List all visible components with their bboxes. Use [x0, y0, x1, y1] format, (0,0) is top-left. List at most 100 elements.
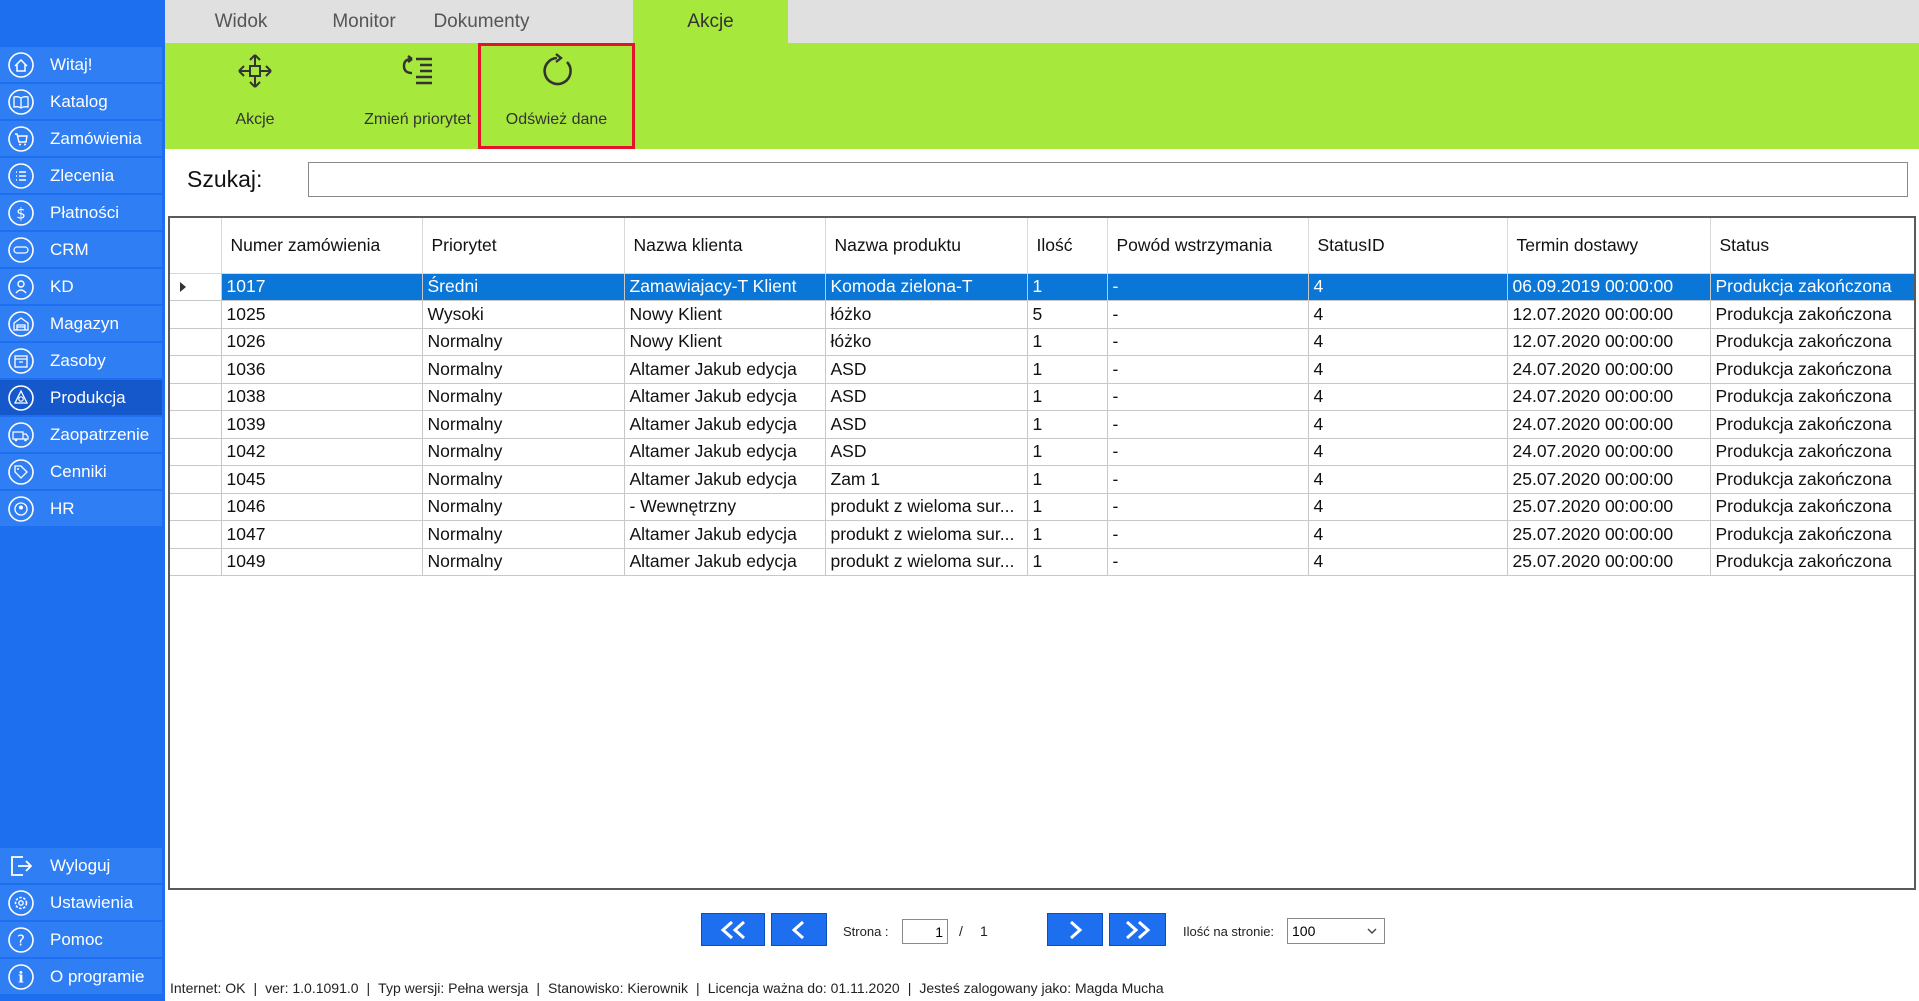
table-cell[interactable]: 12.07.2020 00:00:00: [1507, 300, 1711, 329]
table-cell[interactable]: 06.09.2019 00:00:00: [1507, 273, 1711, 301]
table-cell[interactable]: 1025: [221, 300, 423, 329]
table-row[interactable]: 1017 Średni Zamawiajacy-T Klient Komoda zie…: [170, 273, 1914, 301]
sidebar-item-zamowienia[interactable]: Zamówienia: [0, 121, 162, 156]
sidebar-item-cenniki[interactable]: Cenniki: [0, 454, 162, 489]
sidebar-item-produkcja[interactable]: Produkcja: [0, 380, 162, 415]
row-header[interactable]: [170, 465, 222, 494]
table-cell[interactable]: Wysoki: [422, 300, 625, 329]
column-header[interactable]: Status: [1710, 218, 1914, 274]
table-cell[interactable]: 4: [1308, 548, 1508, 576]
table-cell[interactable]: Normalny: [422, 328, 625, 356]
table-cell[interactable]: 25.07.2020 00:00:00: [1507, 493, 1711, 521]
table-cell[interactable]: 1: [1027, 493, 1108, 521]
table-cell[interactable]: Produkcja zakończona: [1710, 493, 1914, 521]
row-header[interactable]: [170, 410, 222, 439]
table-cell[interactable]: Normalny: [422, 465, 625, 494]
table-cell[interactable]: -: [1107, 548, 1309, 576]
sidebar-item-ustawienia[interactable]: Ustawienia: [0, 885, 162, 920]
table-cell[interactable]: Nowy Klient: [624, 300, 826, 329]
sidebar-item-kd[interactable]: KD: [0, 269, 162, 304]
last-page-button[interactable]: [1109, 913, 1166, 946]
table-cell[interactable]: ASD: [825, 355, 1028, 384]
table-cell[interactable]: 25.07.2020 00:00:00: [1507, 465, 1711, 494]
sidebar-item-zasoby[interactable]: Zasoby: [0, 343, 162, 378]
column-header[interactable]: Priorytet: [422, 218, 625, 274]
column-header[interactable]: Nazwa produktu: [825, 218, 1028, 274]
per-page-select[interactable]: 100: [1287, 918, 1385, 944]
table-cell[interactable]: 4: [1308, 355, 1508, 384]
table-cell[interactable]: produkt z wieloma sur...: [825, 548, 1028, 576]
table-cell[interactable]: Produkcja zakończona: [1710, 465, 1914, 494]
table-cell[interactable]: Normalny: [422, 438, 625, 466]
table-cell[interactable]: 4: [1308, 273, 1508, 301]
table-cell[interactable]: Altamer Jakub edycja: [624, 548, 826, 576]
table-cell[interactable]: 4: [1308, 520, 1508, 549]
table-cell[interactable]: Zam 1: [825, 465, 1028, 494]
table-cell[interactable]: 1: [1027, 273, 1108, 301]
row-header[interactable]: [170, 328, 222, 356]
row-header[interactable]: [170, 438, 222, 466]
table-cell[interactable]: produkt z wieloma sur...: [825, 493, 1028, 521]
sidebar-item-hr[interactable]: HR: [0, 491, 162, 526]
actions-button[interactable]: Akcje: [199, 43, 311, 149]
table-cell[interactable]: 1049: [221, 548, 423, 576]
table-cell[interactable]: 1036: [221, 355, 423, 384]
table-cell[interactable]: 4: [1308, 438, 1508, 466]
table-cell[interactable]: 24.07.2020 00:00:00: [1507, 410, 1711, 439]
table-cell[interactable]: Normalny: [422, 493, 625, 521]
refresh-data-button[interactable]: Odśwież dane: [478, 43, 635, 149]
table-cell[interactable]: 4: [1308, 493, 1508, 521]
table-cell[interactable]: 24.07.2020 00:00:00: [1507, 355, 1711, 384]
table-cell[interactable]: 1: [1027, 410, 1108, 439]
table-cell[interactable]: 1: [1027, 355, 1108, 384]
table-cell[interactable]: -: [1107, 410, 1309, 439]
table-cell[interactable]: 1045: [221, 465, 423, 494]
table-cell[interactable]: Produkcja zakończona: [1710, 548, 1914, 576]
table-cell[interactable]: Altamer Jakub edycja: [624, 355, 826, 384]
row-header[interactable]: [170, 493, 222, 521]
column-header[interactable]: StatusID: [1308, 218, 1508, 274]
table-cell[interactable]: Normalny: [422, 548, 625, 576]
table-cell[interactable]: 1: [1027, 465, 1108, 494]
table-cell[interactable]: 1: [1027, 383, 1108, 411]
table-cell[interactable]: ASD: [825, 438, 1028, 466]
table-cell[interactable]: 1047: [221, 520, 423, 549]
table-cell[interactable]: 1017: [221, 273, 423, 301]
table-cell[interactable]: Normalny: [422, 383, 625, 411]
table-cell[interactable]: - Wewnętrzny: [624, 493, 826, 521]
table-cell[interactable]: produkt z wieloma sur...: [825, 520, 1028, 549]
table-cell[interactable]: Produkcja zakończona: [1710, 355, 1914, 384]
tab-akcje[interactable]: Akcje: [633, 0, 788, 43]
column-header[interactable]: Powód wstrzymania: [1107, 218, 1309, 274]
table-row[interactable]: 1047 Normalny Altamer Jakub edycja produkt …: [170, 520, 1914, 549]
tab-monitor[interactable]: Monitor: [317, 0, 411, 43]
row-header[interactable]: [170, 300, 222, 329]
first-page-button[interactable]: [701, 913, 765, 946]
sidebar-item-witaj[interactable]: Witaj!: [0, 47, 162, 82]
table-cell[interactable]: 25.07.2020 00:00:00: [1507, 548, 1711, 576]
table-cell[interactable]: Produkcja zakończona: [1710, 520, 1914, 549]
row-header[interactable]: [170, 355, 222, 384]
table-row[interactable]: 1036 Normalny Altamer Jakub edycja ASD 1-4 24…: [170, 355, 1914, 384]
table-cell[interactable]: 5: [1027, 300, 1108, 329]
table-cell[interactable]: Produkcja zakończona: [1710, 410, 1914, 439]
tab-dokumenty[interactable]: Dokumenty: [416, 0, 547, 43]
table-cell[interactable]: Średni: [422, 273, 625, 301]
table-cell[interactable]: 4: [1308, 410, 1508, 439]
table-cell[interactable]: ASD: [825, 383, 1028, 411]
table-cell[interactable]: 1: [1027, 438, 1108, 466]
table-cell[interactable]: 1: [1027, 328, 1108, 356]
table-cell[interactable]: 1: [1027, 548, 1108, 576]
table-cell[interactable]: Komoda zielona-T: [825, 273, 1028, 301]
table-cell[interactable]: Produkcja zakończona: [1710, 273, 1914, 301]
sidebar-item-wyloguj[interactable]: Wyloguj: [0, 848, 162, 883]
sidebar-item-pomoc[interactable]: ? Pomoc: [0, 922, 162, 957]
table-cell[interactable]: ASD: [825, 410, 1028, 439]
column-header[interactable]: Nazwa klienta: [624, 218, 826, 274]
table-cell[interactable]: 4: [1308, 300, 1508, 329]
column-header[interactable]: Termin dostawy: [1507, 218, 1711, 274]
table-row[interactable]: 1049 Normalny Altamer Jakub edycja produkt …: [170, 548, 1914, 576]
table-cell[interactable]: Normalny: [422, 410, 625, 439]
table-cell[interactable]: 12.07.2020 00:00:00: [1507, 328, 1711, 356]
row-header[interactable]: [170, 548, 222, 576]
